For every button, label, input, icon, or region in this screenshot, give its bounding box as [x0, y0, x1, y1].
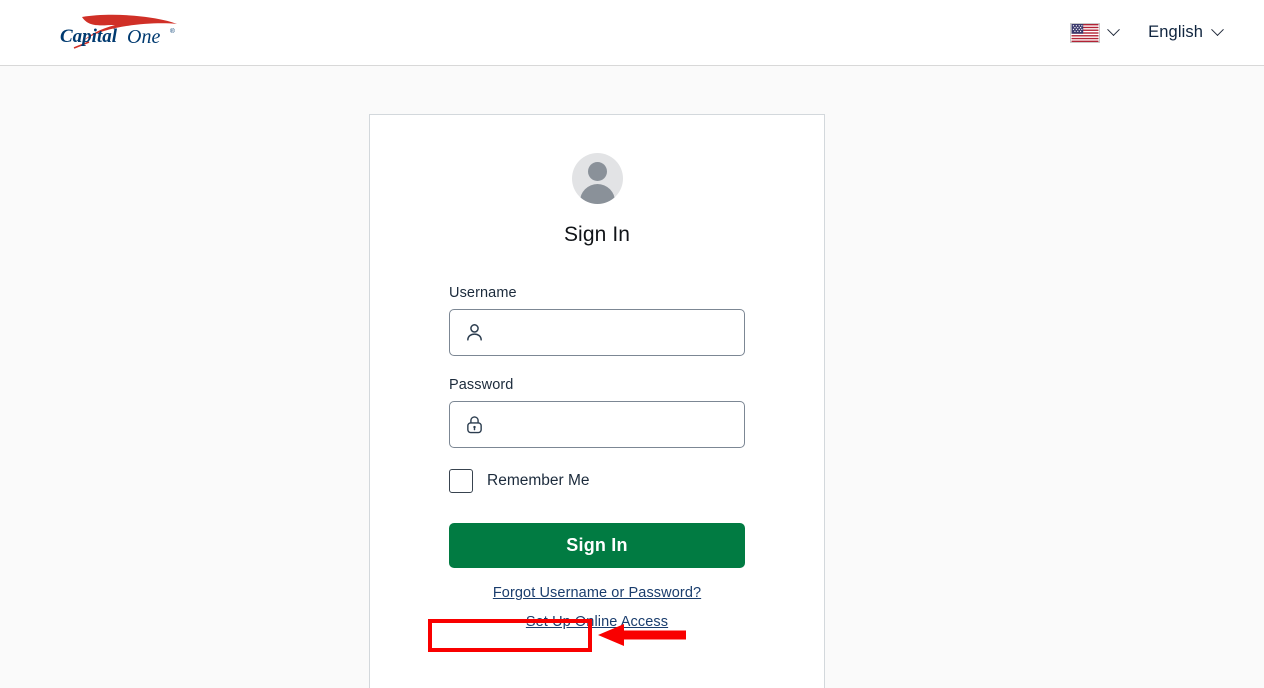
- set-up-online-access-link[interactable]: Set Up Online Access: [526, 614, 668, 630]
- svg-text:Capital: Capital: [60, 26, 118, 47]
- password-field-block: Password: [449, 377, 745, 448]
- remember-me-row[interactable]: Remember Me: [449, 469, 745, 493]
- avatar-head: [587, 162, 607, 181]
- avatar-body: [579, 184, 615, 204]
- chevron-down-icon: [1211, 23, 1224, 37]
- remember-me-label[interactable]: Remember Me: [487, 472, 590, 490]
- svg-text:®: ®: [170, 27, 175, 35]
- svg-text:One: One: [127, 26, 160, 48]
- capital-one-logo-svg: Capital One ®: [60, 14, 177, 49]
- remember-me-checkbox[interactable]: [449, 469, 473, 493]
- language-label: English: [1148, 23, 1203, 41]
- username-input[interactable]: [495, 310, 730, 355]
- forgot-credentials-link-row: Forgot Username or Password?: [449, 584, 745, 602]
- capital-one-logo[interactable]: Capital One ®: [52, 11, 184, 55]
- setup-access-link-row: Set Up Online Access: [449, 613, 745, 631]
- username-input-wrap[interactable]: [449, 309, 745, 356]
- lock-icon: [467, 416, 482, 434]
- forgot-username-or-password-link[interactable]: Forgot Username or Password?: [493, 585, 701, 601]
- signin-card: Sign In Username Password Remember Me Si…: [369, 114, 825, 688]
- signin-form: Username Password Remember Me Sign In Fo…: [370, 285, 824, 631]
- sign-in-button[interactable]: Sign In: [449, 523, 745, 568]
- site-header: Capital One ® English: [0, 0, 1264, 66]
- password-label: Password: [449, 377, 514, 393]
- user-avatar-icon: [571, 153, 623, 204]
- chevron-down-icon: [1107, 23, 1121, 37]
- locale-selector[interactable]: [1070, 22, 1121, 43]
- page-body: Sign In Username Password Remember Me Si…: [0, 66, 1264, 688]
- card-links: Forgot Username or Password? Set Up Onli…: [449, 584, 745, 631]
- page-title: Sign In: [563, 223, 631, 246]
- us-flag-icon: [1070, 22, 1101, 43]
- language-selector[interactable]: English: [1148, 23, 1224, 42]
- header-right-controls: English: [1070, 22, 1224, 43]
- password-input[interactable]: [495, 402, 730, 447]
- username-field-block: Username: [449, 285, 745, 356]
- username-label: Username: [449, 285, 517, 301]
- person-icon: [467, 324, 482, 341]
- password-input-wrap[interactable]: [449, 401, 745, 448]
